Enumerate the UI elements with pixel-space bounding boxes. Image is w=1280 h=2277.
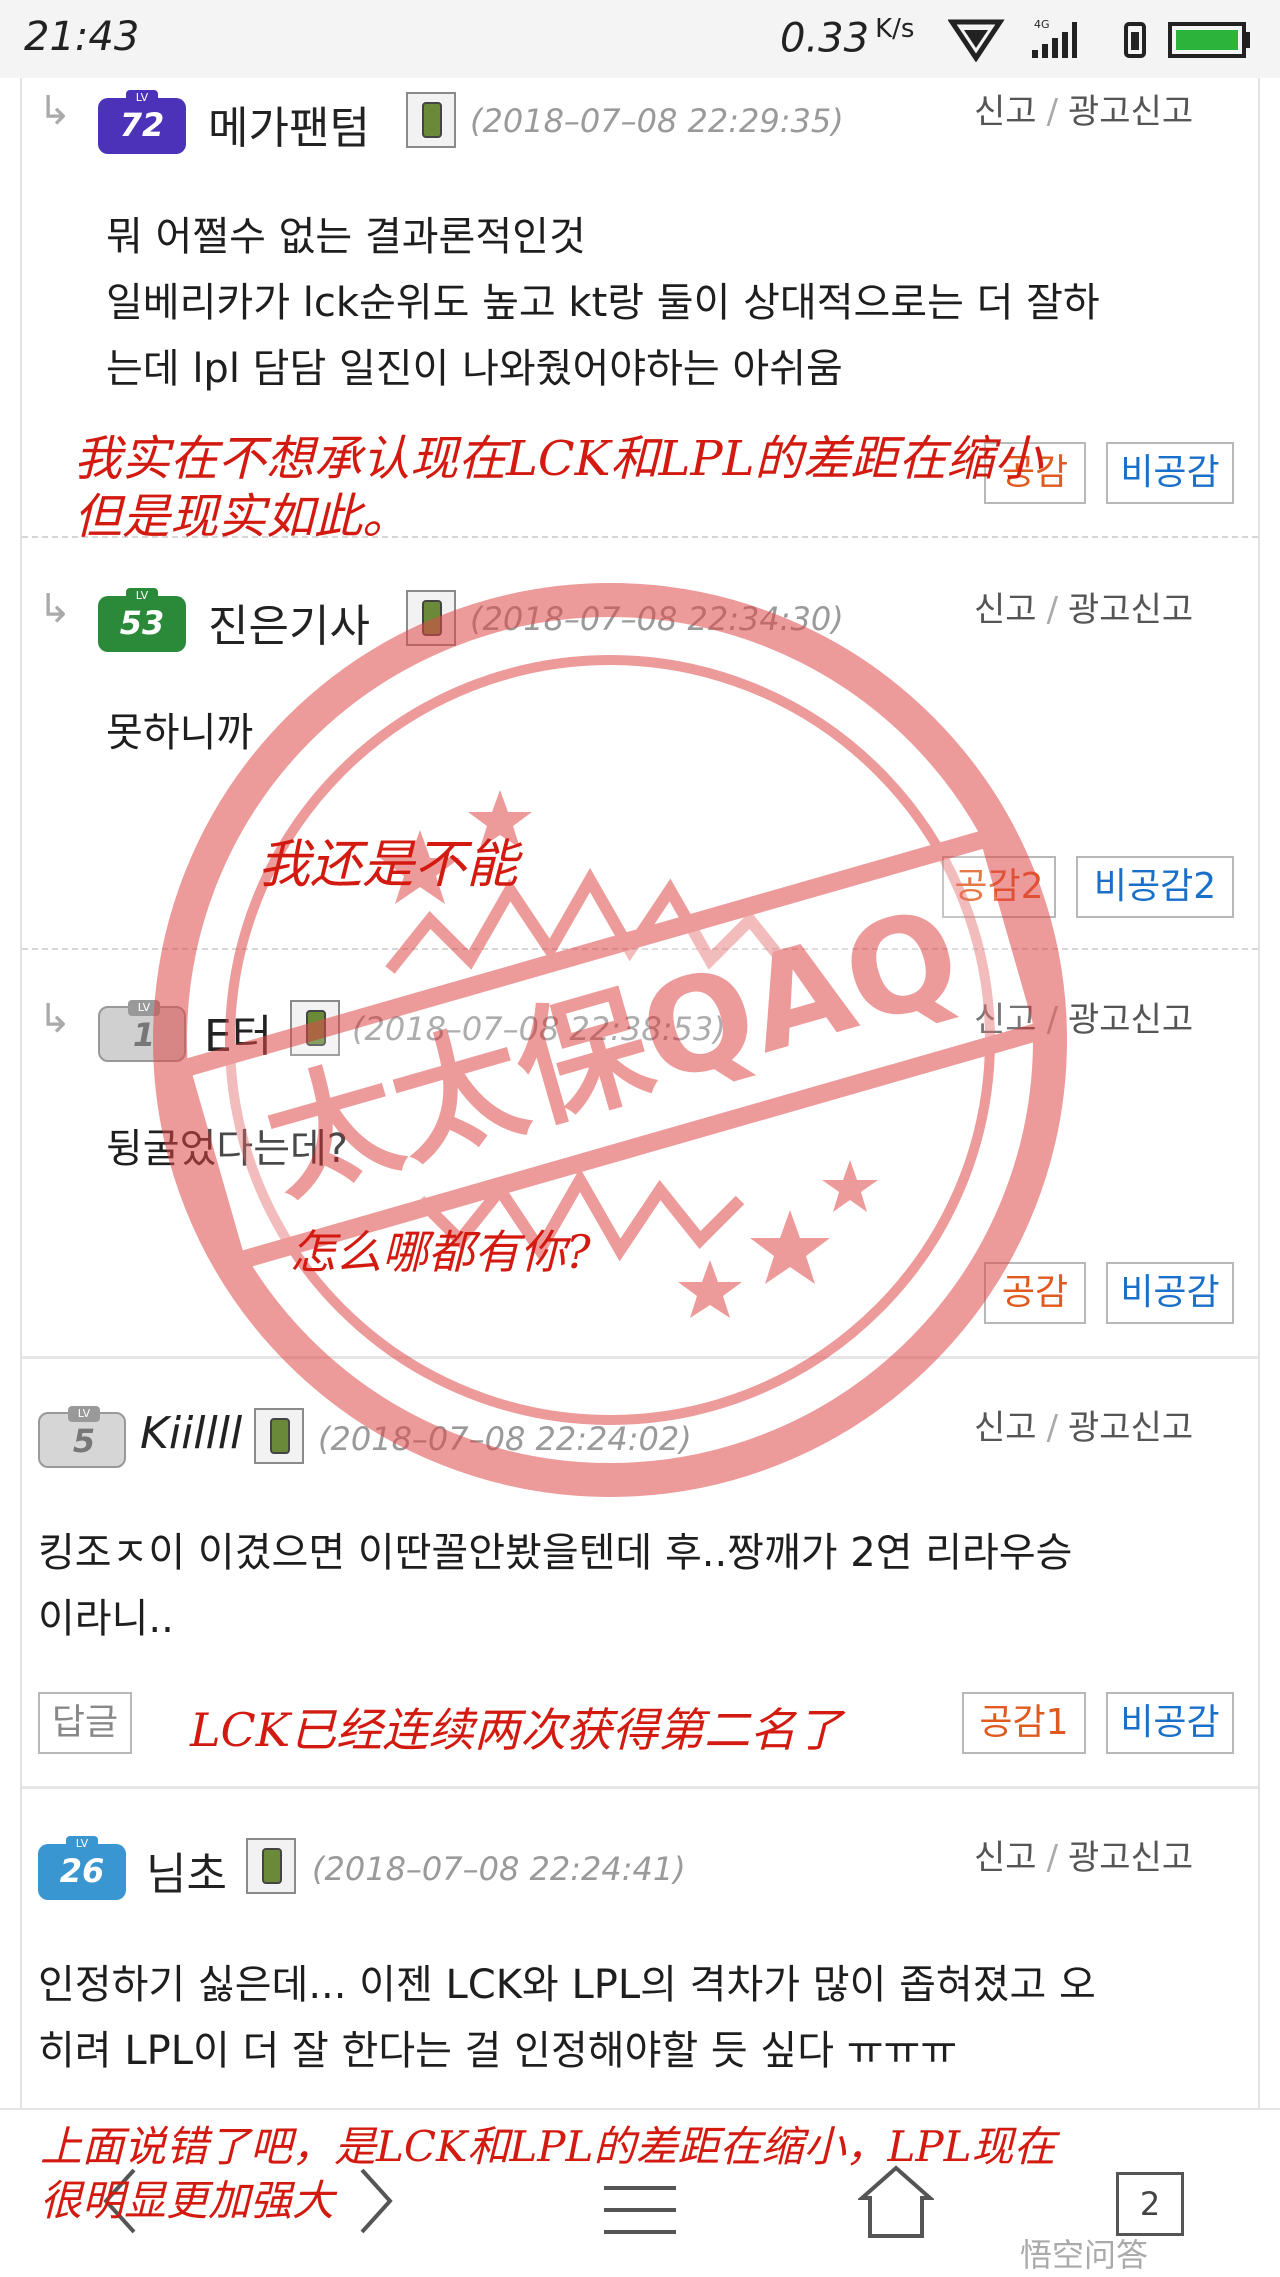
- agree-button[interactable]: 공감1: [962, 1692, 1086, 1754]
- agree-button[interactable]: 공감2: [942, 856, 1056, 918]
- nickname[interactable]: E터: [204, 1000, 272, 1064]
- mobile-icon: [406, 92, 456, 148]
- report-links: 신고 / 광고신고: [974, 1000, 1194, 1040]
- level-badge: LV 26: [38, 1836, 126, 1900]
- ad-report-link[interactable]: 광고신고: [1068, 1000, 1193, 1040]
- mobile-icon: [290, 1000, 340, 1056]
- report-links: 신고 / 광고신고: [974, 590, 1194, 630]
- ad-report-link[interactable]: 광고신고: [1068, 590, 1193, 630]
- report-link[interactable]: 신고: [974, 1408, 1037, 1448]
- reply-arrow-icon: ↳: [38, 996, 72, 1042]
- status-icons: 4G: [948, 18, 1250, 62]
- level-badge: LV 1: [98, 1000, 186, 1062]
- ad-report-link[interactable]: 광고신고: [1068, 1408, 1193, 1448]
- level-badge: LV 72: [98, 90, 186, 154]
- report-link[interactable]: 신고: [974, 590, 1037, 630]
- svg-text:太太保QAQ: 太太保QAQ: [250, 878, 976, 1220]
- annotation: 我还是不能: [258, 835, 519, 895]
- nickname[interactable]: 진은기사: [208, 590, 370, 654]
- mobile-icon: [246, 1838, 296, 1894]
- agree-button[interactable]: 공감: [984, 1262, 1086, 1324]
- status-bar: 21:43 0.33 K/s 4G: [0, 0, 1280, 78]
- disagree-button[interactable]: 비공감: [1106, 1262, 1234, 1324]
- reply-arrow-icon: ↳: [38, 88, 72, 134]
- report-link[interactable]: 신고: [974, 92, 1037, 132]
- battery-icon: [1168, 22, 1250, 58]
- comment-body: 뭐 어쩔수 없는 결과론적인것 일베리카가 lck순위도 높고 kt랑 둘이 상…: [106, 214, 1100, 392]
- disagree-button[interactable]: 비공감: [1106, 442, 1234, 504]
- report-link[interactable]: 신고: [974, 1838, 1037, 1878]
- timestamp: (2018–07–08 22:38:53): [352, 1010, 726, 1048]
- reply-arrow-icon: ↳: [38, 586, 72, 632]
- tab-count: 2: [1139, 2185, 1161, 2223]
- svg-text:4G: 4G: [1034, 18, 1050, 31]
- wifi-icon: [948, 19, 1005, 62]
- report-links: 신고 / 광고신고: [974, 92, 1194, 132]
- network-speed: 0.33 K/s: [780, 14, 915, 62]
- comment-body: 못하니까: [106, 710, 254, 756]
- timestamp: (2018–07–08 22:34:30): [470, 600, 844, 638]
- tabs-button[interactable]: 2: [1116, 2172, 1184, 2236]
- comment-body: 인정하기 싫은데... 이젠 LCK와 LPL의 격차가 많이 좁혀졌고 오 히…: [38, 1962, 1096, 2074]
- annotation: 我实在不想承认现在LCK和LPL的差距在缩小 但是现实如此。: [74, 431, 1043, 545]
- level-badge: LV 5: [38, 1406, 126, 1468]
- annotation: 上面说错了吧，是LCK和LPL的差距在缩小，LPL现在 很明显更加强大: [40, 2122, 1056, 2225]
- ad-report-link[interactable]: 광고신고: [1068, 92, 1193, 132]
- ad-report-link[interactable]: 광고신고: [1068, 1838, 1193, 1878]
- divider: [22, 1786, 1258, 1789]
- frame-right: [1258, 78, 1260, 2108]
- watermark: 悟空问答: [1020, 2236, 1149, 2274]
- reply-button[interactable]: 답글: [38, 1692, 132, 1754]
- report-links: 신고 / 광고신고: [974, 1408, 1194, 1448]
- comment-body: 킹조ㅈ이 이겼으면 이딴꼴안봤을텐데 후..짱깨가 2연 리라우승 이라니..: [38, 1530, 1073, 1642]
- level-badge: LV 53: [98, 588, 186, 652]
- sim-icon: [1124, 22, 1146, 58]
- mobile-icon: [406, 590, 456, 646]
- comment-body: 뒹굴었다는데?: [106, 1126, 349, 1172]
- timestamp: (2018–07–08 22:24:02): [318, 1420, 692, 1458]
- nickname[interactable]: Kiillll: [140, 1408, 242, 1459]
- frame-left: [20, 78, 22, 2108]
- timestamp: (2018–07–08 22:24:41): [312, 1850, 686, 1888]
- report-links: 신고 / 광고신고: [974, 1838, 1194, 1878]
- nickname[interactable]: 메가팬텀: [208, 92, 370, 156]
- annotation: LCK已经连续两次获得第二名了: [190, 1703, 843, 1757]
- timestamp: (2018–07–08 22:29:35): [470, 102, 844, 140]
- signal-icon: 4G: [1032, 18, 1077, 58]
- status-time: 21:43: [24, 14, 140, 60]
- divider: [22, 1356, 1258, 1359]
- nickname[interactable]: 님초: [146, 1838, 227, 1902]
- annotation: 怎么哪都有你?: [290, 1225, 591, 1279]
- divider: [22, 948, 1258, 950]
- disagree-button[interactable]: 비공감2: [1076, 856, 1234, 918]
- mobile-icon: [254, 1408, 304, 1464]
- report-link[interactable]: 신고: [974, 1000, 1037, 1040]
- disagree-button[interactable]: 비공감: [1106, 1692, 1234, 1754]
